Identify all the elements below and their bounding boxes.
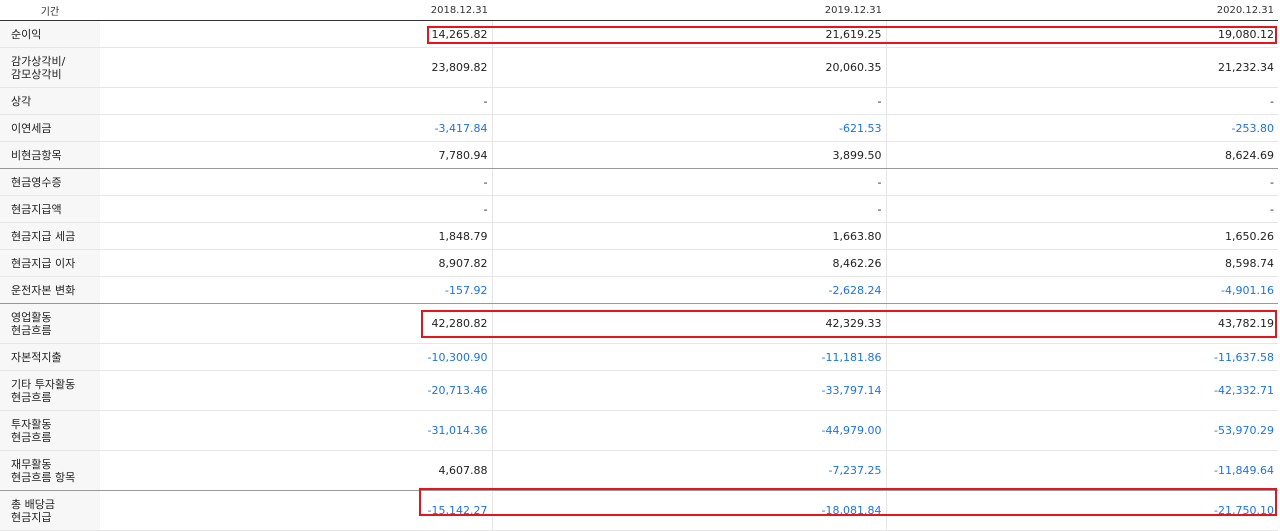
row-value: -621.53 [492, 114, 887, 142]
row-label: 기타 투자활동 현금흐름 [0, 370, 100, 411]
table-row: 현금지급 이자 8,907.82 8,462.26 8,598.74 [0, 249, 1278, 277]
row-value: - [100, 168, 493, 196]
row-value: -3,417.84 [100, 114, 493, 142]
row-value: - [100, 87, 493, 115]
period-2020: 2020.12.31 [886, 0, 1278, 21]
row-value: -11,181.86 [492, 343, 887, 371]
row-value: 21,619.25 [492, 20, 887, 48]
table-row: 기타 투자활동 현금흐름 -20,713.46 -33,797.14 -42,33… [0, 370, 1278, 411]
row-value: -7,237.25 [492, 450, 887, 491]
row-value: - [886, 87, 1278, 115]
row-value: 4,607.88 [100, 450, 493, 491]
table-row: 현금지급 세금 1,848.79 1,663.80 1,650.26 [0, 222, 1278, 250]
row-value: -21,750.10 [886, 490, 1278, 531]
row-value: -253.80 [886, 114, 1278, 142]
row-value: -2,628.24 [492, 276, 887, 304]
row-value: 43,782.19 [886, 303, 1278, 344]
row-value: 1,663.80 [492, 222, 887, 250]
row-value: 20,060.35 [492, 47, 887, 88]
row-value: -11,637.58 [886, 343, 1278, 371]
table-row: 자본적지출 -10,300.90 -11,181.86 -11,637.58 [0, 343, 1278, 371]
period-label: 기간 [0, 0, 100, 21]
row-value: 21,232.34 [886, 47, 1278, 88]
row-value: 8,462.26 [492, 249, 887, 277]
period-2018: 2018.12.31 [100, 0, 492, 21]
row-label: 현금지급액 [0, 195, 100, 223]
row-value: - [886, 168, 1278, 196]
row-label: 현금지급 세금 [0, 222, 100, 250]
row-label: 자본적지출 [0, 343, 100, 371]
row-value: -15,142.27 [100, 490, 493, 531]
row-value: -10,300.90 [100, 343, 493, 371]
row-value: 42,329.33 [492, 303, 887, 344]
table-row: 이연세금 -3,417.84 -621.53 -253.80 [0, 114, 1278, 142]
row-value: -20,713.46 [100, 370, 493, 411]
row-value: 8,907.82 [100, 249, 493, 277]
row-value: 7,780.94 [100, 141, 493, 169]
row-label: 현금지급 이자 [0, 249, 100, 277]
row-value: -31,014.36 [100, 410, 493, 451]
row-label: 투자활동 현금흐름 [0, 410, 100, 451]
row-value: -4,901.16 [886, 276, 1278, 304]
row-label: 순이익 [0, 20, 100, 48]
row-label: 이연세금 [0, 114, 100, 142]
header-row: 기간 2018.12.31 2019.12.31 2020.12.31 [0, 0, 1278, 21]
row-value: 3,899.50 [492, 141, 887, 169]
row-value: -42,332.71 [886, 370, 1278, 411]
row-value: -44,979.00 [492, 410, 887, 451]
row-value: 23,809.82 [100, 47, 493, 88]
row-value: -157.92 [100, 276, 493, 304]
row-label: 감가상각비/감모상각비 [0, 47, 100, 88]
period-2019: 2019.12.31 [492, 0, 886, 21]
table-row: 감가상각비/감모상각비 23,809.82 20,060.35 21,232.3… [0, 47, 1278, 88]
row-label: 재무활동 현금흐름 항목 [0, 450, 100, 491]
row-value: -18,081.84 [492, 490, 887, 531]
row-value: - [492, 168, 887, 196]
table-row: 현금영수증 - - - [0, 168, 1278, 196]
row-value: 8,598.74 [886, 249, 1278, 277]
row-value: -11,849.64 [886, 450, 1278, 491]
row-value: - [886, 195, 1278, 223]
row-value: -53,970.29 [886, 410, 1278, 451]
table-row: 총 배당금 현금지급 -15,142.27 -18,081.84 -21,750.… [0, 490, 1278, 531]
row-value: 8,624.69 [886, 141, 1278, 169]
row-value: 19,080.12 [886, 20, 1278, 48]
table-row: 재무활동 현금흐름 항목 4,607.88 -7,237.25 -11,849.6… [0, 450, 1278, 491]
row-value: 42,280.82 [100, 303, 493, 344]
row-value: 1,848.79 [100, 222, 493, 250]
row-label: 비현금항목 [0, 141, 100, 169]
table-row: 현금지급액 - - - [0, 195, 1278, 223]
row-label: 영업활동 현금흐름 [0, 303, 100, 344]
row-value: 1,650.26 [886, 222, 1278, 250]
table-row: 투자활동 현금흐름 -31,014.36 -44,979.00 -53,970.2… [0, 410, 1278, 451]
table-row: 영업활동 현금흐름 42,280.82 42,329.33 43,782.19 [0, 303, 1278, 344]
row-value: -33,797.14 [492, 370, 887, 411]
row-label: 총 배당금 현금지급 [0, 490, 100, 531]
table-row: 순이익 14,265.82 21,619.25 19,080.12 [0, 20, 1278, 48]
table-row: 상각 - - - [0, 87, 1278, 115]
row-value: - [492, 87, 887, 115]
cash-flow-table: 기간 2018.12.31 2019.12.31 2020.12.31 순이익 … [0, 0, 1278, 531]
table-row: 운전자본 변화 -157.92 -2,628.24 -4,901.16 [0, 276, 1278, 304]
row-label: 상각 [0, 87, 100, 115]
table-row: 비현금항목 7,780.94 3,899.50 8,624.69 [0, 141, 1278, 169]
row-value: - [100, 195, 493, 223]
row-value: 14,265.82 [100, 20, 493, 48]
row-label: 운전자본 변화 [0, 276, 100, 304]
row-value: - [492, 195, 887, 223]
row-label: 현금영수증 [0, 168, 100, 196]
